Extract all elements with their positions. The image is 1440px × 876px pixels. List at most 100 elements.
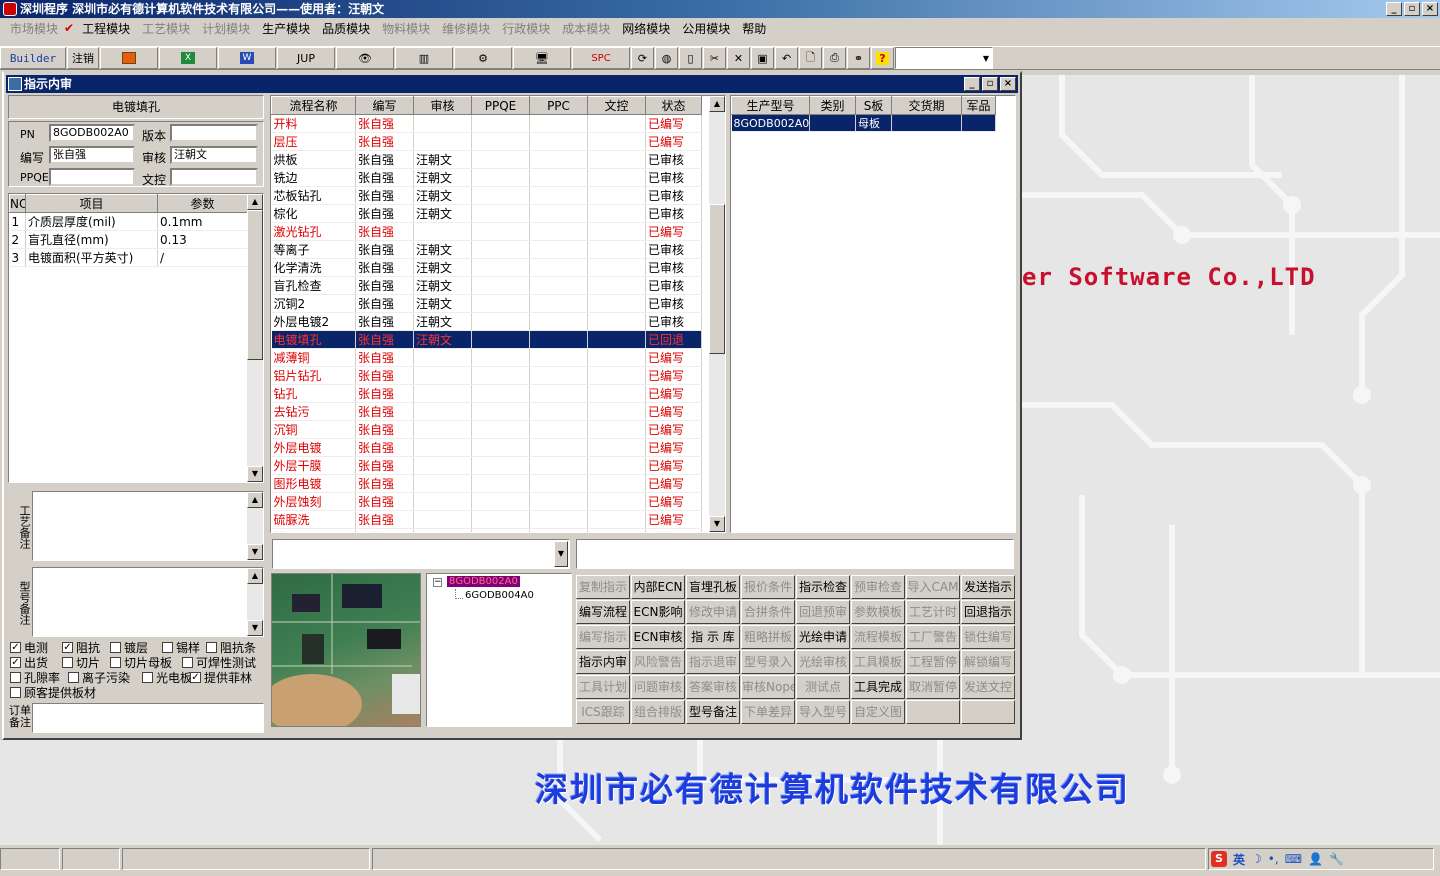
action-button[interactable]: 锁住编写 xyxy=(961,625,1015,649)
process-row[interactable]: 硫脲洗 张自强 已编写 xyxy=(271,510,702,529)
delete-button[interactable]: ✕ xyxy=(727,47,750,69)
print-button[interactable]: ⎙ xyxy=(823,47,846,69)
process-scrollbar[interactable]: ▲ ▼ xyxy=(709,96,725,532)
menu-item-3[interactable]: 计划模块 xyxy=(196,20,256,37)
action-button[interactable]: 回退预审 xyxy=(796,600,850,624)
tree-collapse-icon[interactable]: − xyxy=(433,578,442,587)
process-row[interactable]: 去钻污 张自强 已编写 xyxy=(271,402,702,421)
menu-item-12[interactable]: 帮助 xyxy=(736,20,772,37)
keyboard-icon[interactable]: ⌨ xyxy=(1285,852,1302,866)
maximize-button[interactable]: ▫ xyxy=(1404,2,1420,16)
process-row[interactable]: 铝片钻孔 张自强 已编写 xyxy=(271,366,702,385)
action-button[interactable]: 指 示 库 xyxy=(686,625,740,649)
params-header-cell[interactable]: 参数 xyxy=(157,194,248,213)
sogou-icon[interactable]: S xyxy=(1211,851,1227,867)
new-button[interactable]: ▯ xyxy=(679,47,702,69)
order-note-field[interactable] xyxy=(32,703,264,733)
process-row[interactable]: 外层AOI张自强 已编写 xyxy=(271,528,702,532)
action-button[interactable]: 导入型号 xyxy=(796,700,850,724)
scroll-thumb[interactable] xyxy=(247,210,263,360)
ime-tray[interactable]: S 英 ☽ •, ⌨ 👤 🔧 xyxy=(1208,848,1434,870)
review-field[interactable]: 汪朝文 xyxy=(170,146,258,164)
action-button[interactable]: 测试点 xyxy=(796,675,850,699)
action-button[interactable]: 盲埋孔板 xyxy=(686,575,740,599)
tree-root-node[interactable]: 8GODB002A0 xyxy=(447,576,520,587)
menu-item-1[interactable]: 工程模块 xyxy=(76,20,136,37)
user-icon[interactable]: 👤 xyxy=(1308,852,1323,866)
action-button[interactable]: 发送指示 xyxy=(961,575,1015,599)
checked-icon[interactable]: ✓ xyxy=(62,642,73,653)
process-row[interactable]: 芯板钻孔 张自强 汪朝文 已审核 xyxy=(271,186,702,205)
checked-icon[interactable]: ✓ xyxy=(10,657,21,668)
unchecked-icon[interactable] xyxy=(10,687,21,698)
menu-item-10[interactable]: 网络模块 xyxy=(616,20,676,37)
menu-item-6[interactable]: 物料模块 xyxy=(376,20,436,37)
process-header-cell[interactable]: 编写 xyxy=(355,96,414,115)
model-header-cell[interactable]: 生产型号 xyxy=(731,96,810,115)
model-header-cell[interactable]: S板 xyxy=(855,96,892,115)
action-button[interactable]: 指示内审 xyxy=(576,650,630,674)
model-header-cell[interactable]: 军品 xyxy=(961,96,996,115)
action-button[interactable]: 粗略拼板 xyxy=(741,625,795,649)
action-button[interactable]: 发送文控 xyxy=(961,675,1015,699)
type-note-scrollbar[interactable]: ▲ ▼ xyxy=(247,568,263,636)
params-row[interactable]: 2 盲孔直径(mm) 0.13 xyxy=(9,230,248,249)
action-button[interactable]: 工程暂停 xyxy=(906,650,960,674)
params-scrollbar[interactable]: ▲ ▼ xyxy=(247,194,263,482)
word-button[interactable]: W xyxy=(218,47,276,69)
process-row[interactable]: 图形电镀 张自强 已编写 xyxy=(271,474,702,493)
unchecked-icon[interactable] xyxy=(110,657,121,668)
unchecked-icon[interactable] xyxy=(110,642,121,653)
action-button[interactable]: 组合排版 xyxy=(631,700,685,724)
process-row[interactable]: 层压 张自强 已编写 xyxy=(271,132,702,151)
process-combo[interactable]: ▼ xyxy=(272,539,570,569)
action-button[interactable]: 合拼条件 xyxy=(741,600,795,624)
wenkong-field[interactable] xyxy=(170,168,258,186)
process-row[interactable]: 外层干膜 张自强 已编写 xyxy=(271,456,702,475)
checked-icon[interactable]: ✓ xyxy=(10,642,21,653)
powerpoint-button[interactable] xyxy=(100,47,158,69)
menu-item-5[interactable]: 品质模块 xyxy=(316,20,376,37)
action-button[interactable]: 回退指示 xyxy=(961,600,1015,624)
params-header-cell[interactable]: NO xyxy=(9,194,26,213)
action-button[interactable]: 风险警告 xyxy=(631,650,685,674)
action-button[interactable]: 复制指示 xyxy=(576,575,630,599)
process-row[interactable]: 减薄铜 张自强 已编写 xyxy=(271,348,702,367)
action-button[interactable]: 光绘审核 xyxy=(796,650,850,674)
craft-note-scrollbar[interactable]: ▲ ▼ xyxy=(247,492,263,560)
action-button[interactable]: 导入CAM xyxy=(906,575,960,599)
process-row[interactable]: 钻孔 张自强 已编写 xyxy=(271,384,702,403)
close-button[interactable]: × xyxy=(1422,2,1438,16)
unchecked-icon[interactable] xyxy=(68,672,79,683)
preview-button[interactable]: 🗋 xyxy=(799,47,822,69)
process-row[interactable]: 铣边 张自强 汪朝文 已审核 xyxy=(271,168,702,187)
process-header-cell[interactable]: 审核 xyxy=(413,96,472,115)
checkbox-option[interactable]: ✓ 提供菲林 xyxy=(190,669,252,686)
action-button[interactable]: 工艺计时 xyxy=(906,600,960,624)
ime-language[interactable]: 英 xyxy=(1233,851,1245,868)
process-header-cell[interactable]: PPC xyxy=(529,96,588,115)
process-row[interactable]: 沉铜2 张自强 汪朝文 已审核 xyxy=(271,294,702,313)
scroll-up-icon[interactable]: ▲ xyxy=(247,492,263,508)
action-button[interactable]: 型号录入 xyxy=(741,650,795,674)
process-header-cell[interactable]: PPQE xyxy=(471,96,530,115)
ppqe-field[interactable] xyxy=(49,168,135,186)
unchecked-icon[interactable] xyxy=(62,657,73,668)
process-row[interactable]: 沉铜 张自强 已编写 xyxy=(271,420,702,439)
type-note-field[interactable]: ▲ ▼ xyxy=(32,567,264,637)
process-row[interactable]: 烘板 张自强 汪朝文 已审核 xyxy=(271,150,702,169)
menu-item-7[interactable]: 维修模块 xyxy=(436,20,496,37)
action-button[interactable]: 答案审核 xyxy=(686,675,740,699)
menu-item-9[interactable]: 成本模块 xyxy=(556,20,616,37)
unchecked-icon[interactable] xyxy=(206,642,217,653)
action-button[interactable]: 工具模板 xyxy=(851,650,905,674)
scroll-down-icon[interactable]: ▼ xyxy=(709,516,725,532)
action-button[interactable]: 指示检查 xyxy=(796,575,850,599)
model-header-cell[interactable]: 类别 xyxy=(809,96,856,115)
action-button[interactable]: 自定义图 xyxy=(851,700,905,724)
action-button[interactable]: 工具计划 xyxy=(576,675,630,699)
action-button[interactable]: 审核Nope xyxy=(741,675,795,699)
jup-button[interactable]: JUP xyxy=(277,47,335,69)
action-button[interactable]: 编写指示 xyxy=(576,625,630,649)
window-restore-button[interactable]: ▫ xyxy=(982,77,998,91)
